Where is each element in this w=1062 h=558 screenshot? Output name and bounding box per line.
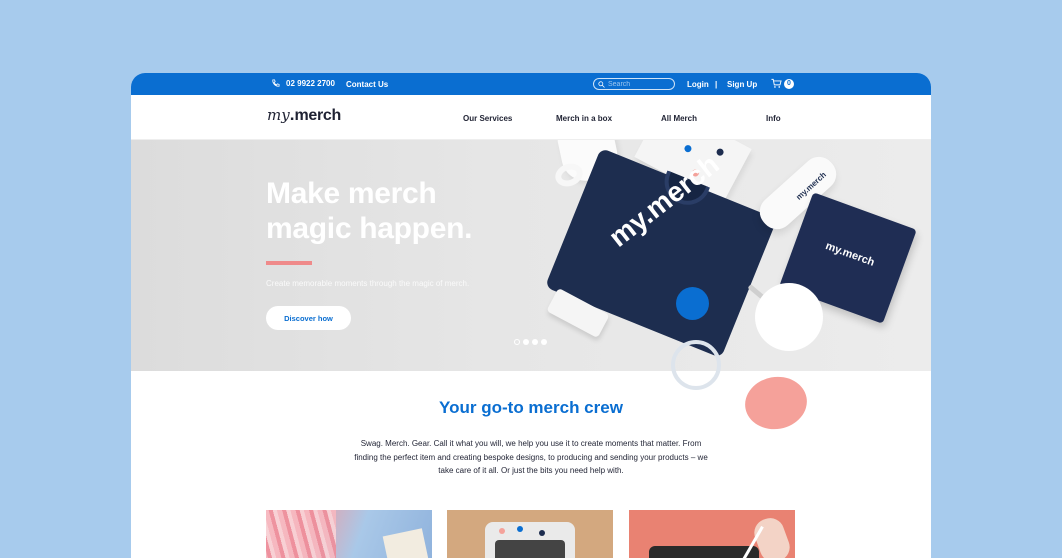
nav-item-merch-in-a-box[interactable]: Merch in a box [556,114,612,123]
login-link[interactable]: Login [687,80,709,89]
phone-link[interactable]: 02 9922 2700 [271,79,335,88]
service-card-design[interactable] [266,510,432,558]
carousel-dot[interactable] [541,339,547,345]
carousel-dot[interactable] [514,339,520,345]
logo-merch: merch [294,107,341,124]
browser-window: 02 9922 2700 Contact Us Login | Sign Up … [131,73,931,558]
color-swatch-image [266,510,336,558]
decor-dot [517,526,523,532]
intro-heading: Your go-to merch crew [439,398,623,417]
decor-dot [539,530,545,536]
phone-number: 02 9922 2700 [286,79,335,88]
carousel-dot[interactable] [523,339,529,345]
hero-title: Make merch magic happen. [266,176,472,246]
carousel-dots [514,339,547,345]
notebook-image [382,528,430,558]
hero-subtitle: Create memorable moments through the mag… [266,279,470,288]
discover-how-button[interactable]: Discover how [266,306,351,330]
intro-body: Swag. Merch. Gear. Call it what you will… [354,439,708,475]
device-screen [495,540,565,558]
search-box[interactable] [593,78,675,90]
login-signup-separator: | [715,80,718,89]
top-utility-bar: 02 9922 2700 Contact Us Login | Sign Up … [131,73,931,95]
cart-button[interactable]: 0 [771,78,794,89]
mymerch-logo[interactable]: my. merch [267,105,341,125]
signup-link[interactable]: Sign Up [727,80,757,89]
carousel-dot[interactable] [532,339,538,345]
logo-my: my [267,106,290,124]
notebook-logo-text: my.merch [823,240,876,269]
cart-icon [771,78,782,88]
decor-dot [499,528,505,534]
search-icon [598,80,605,88]
hero-title-line2: magic happen. [266,212,473,245]
decorative-white-circle [755,283,823,351]
hero-title-line1: Make merch [266,177,437,210]
service-card-digital[interactable] [629,510,795,558]
main-nav: my. merch Our Services Merch in a box All… [131,95,931,140]
service-card-merch-box[interactable] [447,510,613,558]
cart-count-badge: 0 [784,78,794,89]
nav-item-info[interactable]: Info [766,114,781,123]
hero-accent-underline [266,261,312,265]
nav-item-our-services[interactable]: Our Services [463,114,512,123]
decorative-ring [671,340,721,390]
search-input[interactable] [608,80,672,88]
contact-us-link[interactable]: Contact Us [346,80,388,89]
nav-item-all-merch[interactable]: All Merch [661,114,697,123]
phone-icon [272,79,280,87]
decorative-blue-circle [676,287,709,320]
